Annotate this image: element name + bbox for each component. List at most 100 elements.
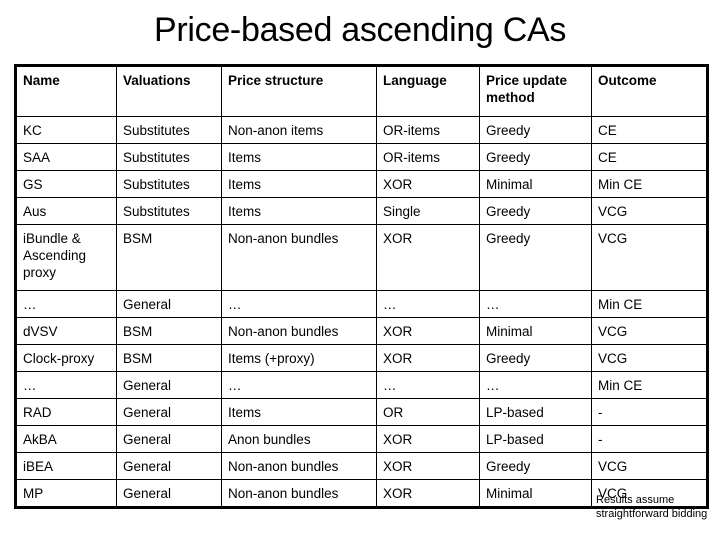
table-cell: Anon bundles [221,425,377,453]
table-cell: dVSV [15,317,117,345]
table-cell: Minimal [479,170,592,198]
slide-canvas: Price-based ascending CAs Name Valuations… [0,0,720,540]
table-cell: Single [376,197,480,225]
table-cell: BSM [116,317,222,345]
table-cell: Non-anon bundles [221,317,377,345]
table-cell: Non-anon bundles [221,452,377,480]
table-cell: Greedy [479,116,592,144]
table-cell: XOR [376,344,480,372]
column-header-4: Price update method [479,65,592,117]
table-cell: CE [591,116,708,144]
table-cell: KC [15,116,117,144]
table-cell: General [116,425,222,453]
table-cell: Items [221,398,377,426]
column-header-5: Outcome [591,65,708,117]
table-cell: Aus [15,197,117,225]
table-cell: BSM [116,344,222,372]
table-cell: General [116,452,222,480]
table-header: Name Valuations Price structure Language Pri… [15,65,708,117]
table-cell: General [116,479,222,508]
table-cell: Items [221,143,377,171]
table-cell: General [116,398,222,426]
table-cell: LP-based [479,425,592,453]
table-cell: Clock-proxy [15,344,117,372]
table-cell: XOR [376,170,480,198]
table-cell: BSM [116,224,222,291]
table-cell: VCG [591,344,708,372]
table-cell: Minimal [479,479,592,508]
column-header-1: Valuations [116,65,222,117]
table-cell: Non-anon items [221,116,377,144]
table-cell: Greedy [479,197,592,225]
column-header-0: Name [15,65,117,117]
page-title: Price-based ascending CAs [153,11,567,49]
table-cell: Substitutes [116,170,222,198]
table-cell: VCG [591,197,708,225]
table-cell: … [15,290,117,318]
table-row: … General……… Min CE [15,371,708,399]
table-cell: … [221,371,377,399]
table-row: iBEA General Non-anon bundles XOR Greedy VCG [15,452,708,480]
table-cell: Greedy [479,224,592,291]
table-cell: LP-based [479,398,592,426]
table-cell: MP [15,479,117,508]
table-cell: Items (+proxy) [221,344,377,372]
table-cell: - [591,425,708,453]
column-header-2: Price structure [221,65,377,117]
table-cell: … [479,371,592,399]
table-cell: General [116,290,222,318]
table-row: RAD General Items OR LP-based - [15,398,708,426]
table-cell: OR [376,398,480,426]
table-row: … General……… Min CE [15,290,708,318]
table-cell: XOR [376,479,480,508]
table-row: GS Substitutes Items XOR Minimal Min CE [15,170,708,198]
table-cell: General [116,371,222,399]
table-body: KC Substitutes Non-anon items OR-items Greed… [15,116,708,508]
table-cell: AkBA [15,425,117,453]
table-cell: Substitutes [116,116,222,144]
footnote-text: Results assume straightforward bidding [596,494,708,520]
table-cell: Substitutes [116,143,222,171]
table-cell: … [479,290,592,318]
table-cell: … [376,371,480,399]
table-cell: Greedy [479,452,592,480]
table-cell: Minimal [479,317,592,345]
table-cell: iBundle & Ascending proxy [15,224,117,291]
table-cell: SAA [15,143,117,171]
table-row: iBundle & Ascending proxy BSM Non-anon bun… [15,224,708,291]
table-cell: XOR [376,317,480,345]
table-cell: VCG [591,224,708,291]
table-cell: Items [221,170,377,198]
table-cell: Substitutes [116,197,222,225]
table-cell: … [15,371,117,399]
table-row: SAA Substitutes Items OR-items Greedy CE [15,143,708,171]
table-cell: Min CE [591,290,708,318]
table-header-row: Name Valuations Price structure Language Pri… [15,65,708,117]
table-cell: XOR [376,452,480,480]
table-cell: Min CE [591,170,708,198]
table-cell: … [376,290,480,318]
table-cell: Greedy [479,143,592,171]
table-row: dVSV BSM Non-anon bundles XOR Minimal VCG [15,317,708,345]
table-cell: … [221,290,377,318]
table-cell: RAD [15,398,117,426]
table-cell: GS [15,170,117,198]
table-cell: Non-anon bundles [221,224,377,291]
table-cell: OR-items [376,143,480,171]
table-cell: XOR [376,224,480,291]
table-cell: Non-anon bundles [221,479,377,508]
table-cell: - [591,398,708,426]
table-cell: Greedy [479,344,592,372]
table-cell: VCG [591,452,708,480]
column-header-3: Language [376,65,480,117]
table-cell: OR-items [376,116,480,144]
table-cell: Items [221,197,377,225]
table-cell: Min CE [591,371,708,399]
table-row: KC Substitutes Non-anon items OR-items Greed… [15,116,708,144]
table-row: Clock-proxy BSM Items (+proxy) XOR Greedy VCG [15,344,708,372]
table-cell: XOR [376,425,480,453]
table-row: Aus Substitutes Items Single Greedy VCG [15,197,708,225]
table-cell: iBEA [15,452,117,480]
table-cell: VCG [591,317,708,345]
table-row: AkBA General Anon bundles XOR LP-based - [15,425,708,453]
